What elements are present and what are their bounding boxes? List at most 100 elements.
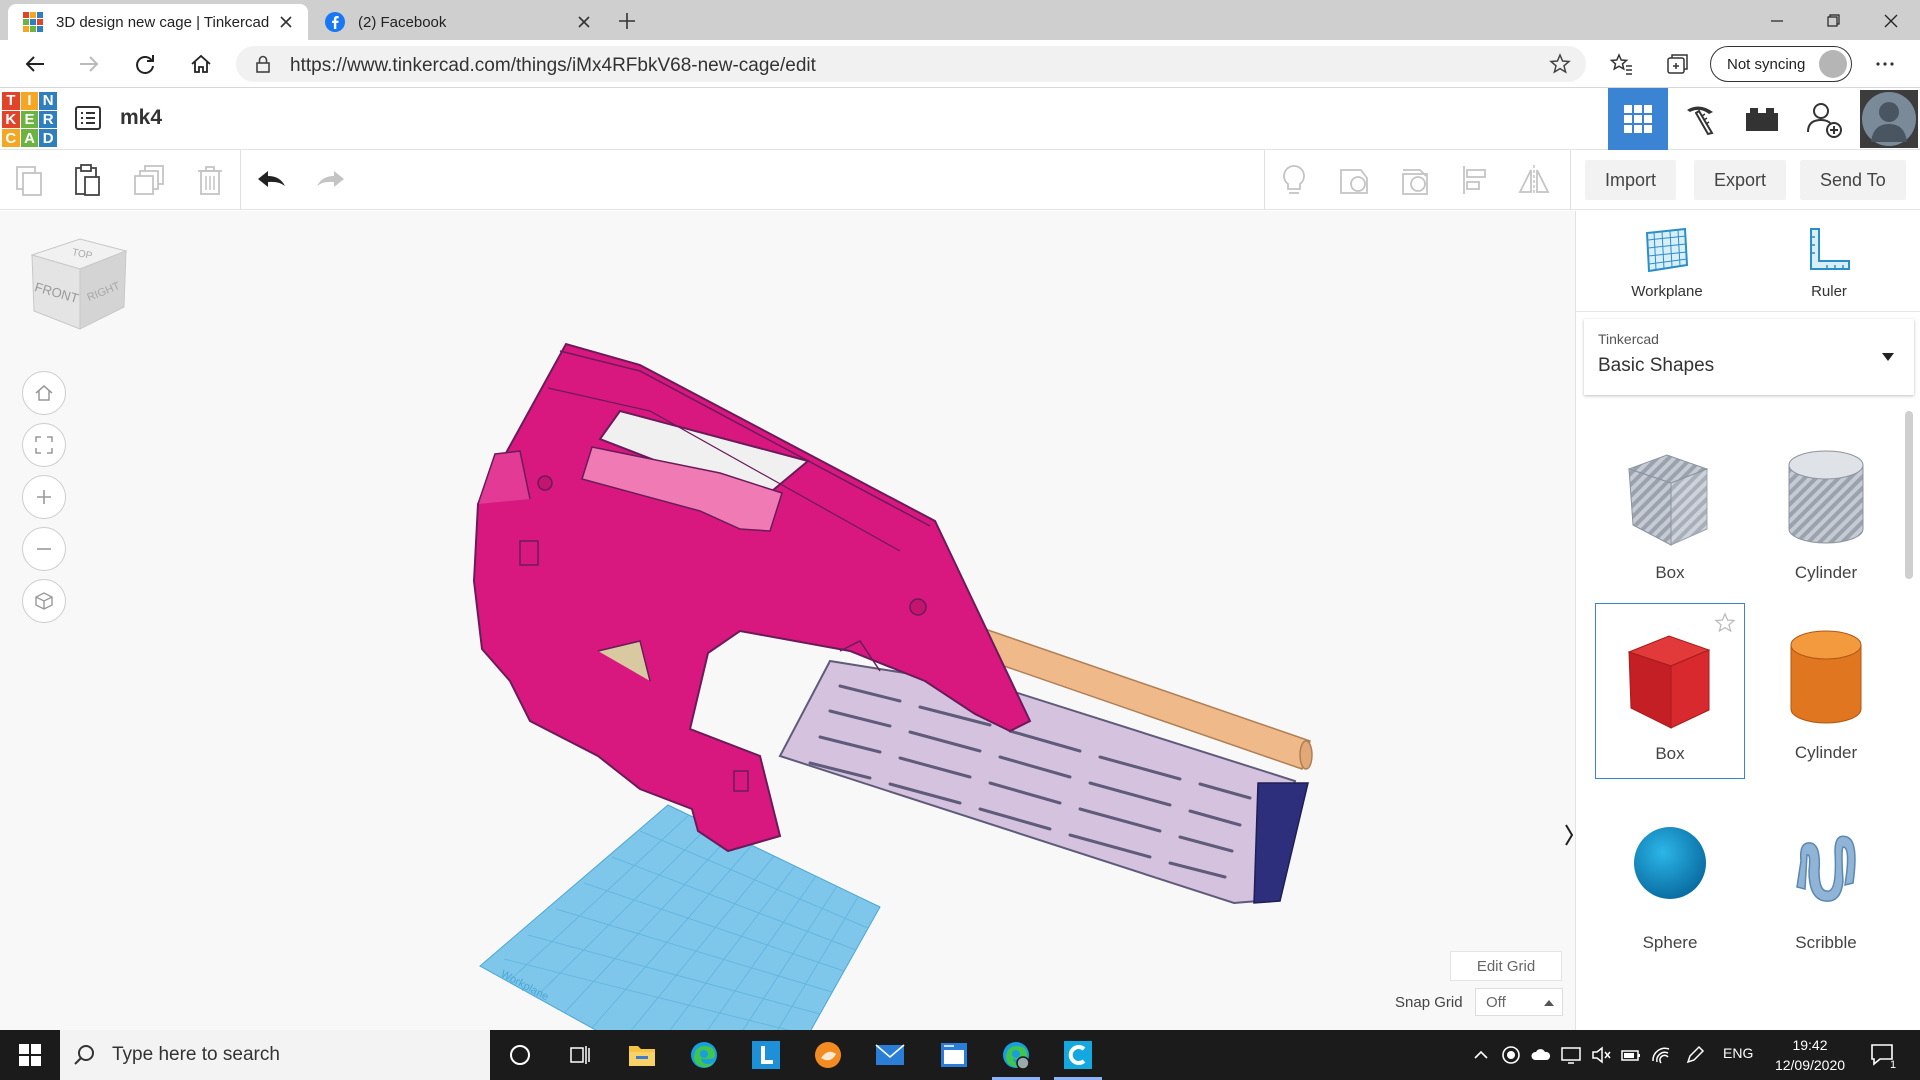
l-app[interactable] (736, 1030, 796, 1080)
blocks-button[interactable] (1670, 88, 1730, 150)
duplicate-icon[interactable] (132, 162, 168, 198)
edge-profile-app[interactable] (986, 1030, 1046, 1080)
ruler-tool-label: Ruler (1811, 283, 1847, 300)
snap-grid-label: Snap Grid (1395, 994, 1463, 1011)
shape-library-dropdown[interactable]: Tinkercad Basic Shapes (1584, 319, 1914, 395)
home-view-button[interactable] (22, 371, 66, 415)
3d-workplane-viewport[interactable]: Workplane TOP FRONT RIGHT Edit Grid Snap… (0, 211, 1575, 1030)
zoom-in-button[interactable] (22, 475, 66, 519)
mirror-flip-icon[interactable] (1516, 162, 1552, 198)
start-button[interactable] (0, 1030, 60, 1080)
close-window-icon[interactable] (1876, 6, 1906, 36)
fit-view-button[interactable] (22, 423, 66, 467)
record-icon[interactable] (1500, 1044, 1522, 1066)
redo-icon[interactable] (312, 162, 348, 198)
shape-label: Box (1655, 563, 1685, 582)
language-indicator[interactable]: ENG (1723, 1045, 1753, 1061)
close-tab-icon[interactable] (574, 12, 594, 32)
shape-label: Cylinder (1794, 743, 1858, 762)
panel-scrollbar[interactable] (1905, 411, 1913, 579)
design-name[interactable]: mk4 (120, 106, 162, 130)
favorite-star-icon[interactable] (1714, 612, 1736, 634)
copy-icon[interactable] (12, 162, 48, 198)
forward-arrow-icon[interactable] (74, 49, 104, 79)
refresh-icon[interactable] (130, 49, 160, 79)
edge-app[interactable] (674, 1030, 734, 1080)
volume-muted-icon[interactable] (1590, 1044, 1612, 1066)
maximize-icon[interactable] (1818, 6, 1848, 36)
notifications-icon[interactable]: 1 (1868, 1040, 1898, 1070)
user-avatar-button[interactable] (1858, 88, 1920, 150)
system-clock[interactable]: 19:42 12/09/2020 (1770, 1035, 1850, 1075)
lightbulb-notes-icon[interactable] (1276, 162, 1312, 198)
workplane-grid[interactable]: Workplane (479, 804, 881, 1030)
shapes-panel: Workplane Ruler Tinkercad Basic Shapes B… (1575, 211, 1920, 1030)
ruler-icon (1810, 228, 1850, 270)
caret-down-icon (1882, 353, 1894, 361)
home-icon (35, 385, 53, 401)
shape-cylinder-hole[interactable]: Cylinder (1751, 423, 1901, 599)
zoom-out-button[interactable] (22, 527, 66, 571)
snap-grid-select[interactable]: Off (1475, 988, 1563, 1016)
address-bar[interactable]: https://www.tinkercad.com/things/iMx4RFb… (236, 46, 1586, 82)
invite-user-button[interactable] (1794, 88, 1854, 150)
display-icon[interactable] (1560, 1044, 1582, 1066)
cloud-icon[interactable] (1530, 1044, 1552, 1066)
3d-model-scene[interactable]: Workplane (0, 211, 1575, 1030)
game-app[interactable] (798, 1030, 858, 1080)
barrel-shroud[interactable] (778, 659, 1309, 905)
file-explorer-app[interactable] (612, 1030, 672, 1080)
shape-sphere[interactable]: Sphere (1595, 793, 1745, 969)
c-app[interactable] (1048, 1030, 1108, 1080)
lock-icon (256, 55, 270, 73)
window-app[interactable] (924, 1030, 984, 1080)
shape-scribble[interactable]: Scribble (1751, 793, 1901, 969)
back-arrow-icon[interactable] (20, 49, 50, 79)
export-button[interactable]: Export (1694, 160, 1787, 200)
view-cube[interactable]: TOP FRONT RIGHT (24, 233, 134, 343)
workplane-tool-button[interactable]: Workplane (1612, 225, 1722, 300)
profile-sync-button[interactable]: Not syncing (1710, 46, 1852, 82)
edit-grid-button[interactable]: Edit Grid (1450, 951, 1562, 981)
ungroup-shapes-icon[interactable] (1398, 162, 1434, 198)
shape-box-hole[interactable]: Box (1595, 423, 1745, 599)
chevron-up-icon[interactable] (1470, 1044, 1492, 1066)
tab-tinkercad[interactable]: 3D design new cage | Tinkercad (8, 4, 308, 40)
tab-facebook[interactable]: (2) Facebook (310, 4, 606, 40)
collections-icon[interactable] (1662, 49, 1692, 79)
logo-letter: T (2, 92, 20, 110)
pickaxe-icon (1687, 106, 1714, 136)
more-menu-icon[interactable] (1870, 49, 1900, 79)
task-view-button[interactable] (550, 1030, 610, 1080)
favorite-star-icon[interactable] (1548, 52, 1572, 76)
battery-icon[interactable] (1620, 1044, 1642, 1066)
close-tab-icon[interactable] (276, 12, 296, 32)
design-list-icon[interactable] (74, 104, 102, 132)
import-button[interactable]: Import (1585, 160, 1677, 200)
grid-view-icon (1624, 105, 1652, 133)
align-icon[interactable] (1458, 162, 1494, 198)
delete-trash-icon[interactable] (192, 162, 228, 198)
paste-icon[interactable] (70, 162, 106, 198)
shape-cylinder[interactable]: Cylinder (1751, 603, 1901, 779)
pen-icon[interactable] (1684, 1044, 1706, 1066)
perspective-toggle-button[interactable] (22, 579, 66, 623)
new-tab-plus-icon[interactable] (614, 8, 640, 34)
cylinder-icon (1790, 630, 1862, 724)
send-to-button[interactable]: Send To (1800, 160, 1906, 200)
taskbar-search-box[interactable]: Type here to search (60, 1030, 490, 1080)
mail-app[interactable] (860, 1030, 920, 1080)
minimize-icon[interactable] (1762, 6, 1792, 36)
3d-view-button[interactable] (1608, 88, 1668, 150)
cortana-button[interactable] (490, 1030, 550, 1080)
undo-icon[interactable] (254, 162, 290, 198)
shape-box[interactable]: Box (1595, 603, 1745, 779)
ruler-tool-button[interactable]: Ruler (1774, 225, 1884, 300)
tinkercad-logo[interactable]: T I N K E R C A D (2, 92, 57, 147)
favorites-icon[interactable] (1606, 49, 1636, 79)
wifi-icon[interactable] (1650, 1044, 1672, 1066)
collapse-panel-chevron-icon[interactable] (1563, 809, 1575, 861)
group-shapes-icon[interactable] (1336, 162, 1372, 198)
bricks-button[interactable] (1732, 88, 1792, 150)
home-icon[interactable] (186, 49, 216, 79)
